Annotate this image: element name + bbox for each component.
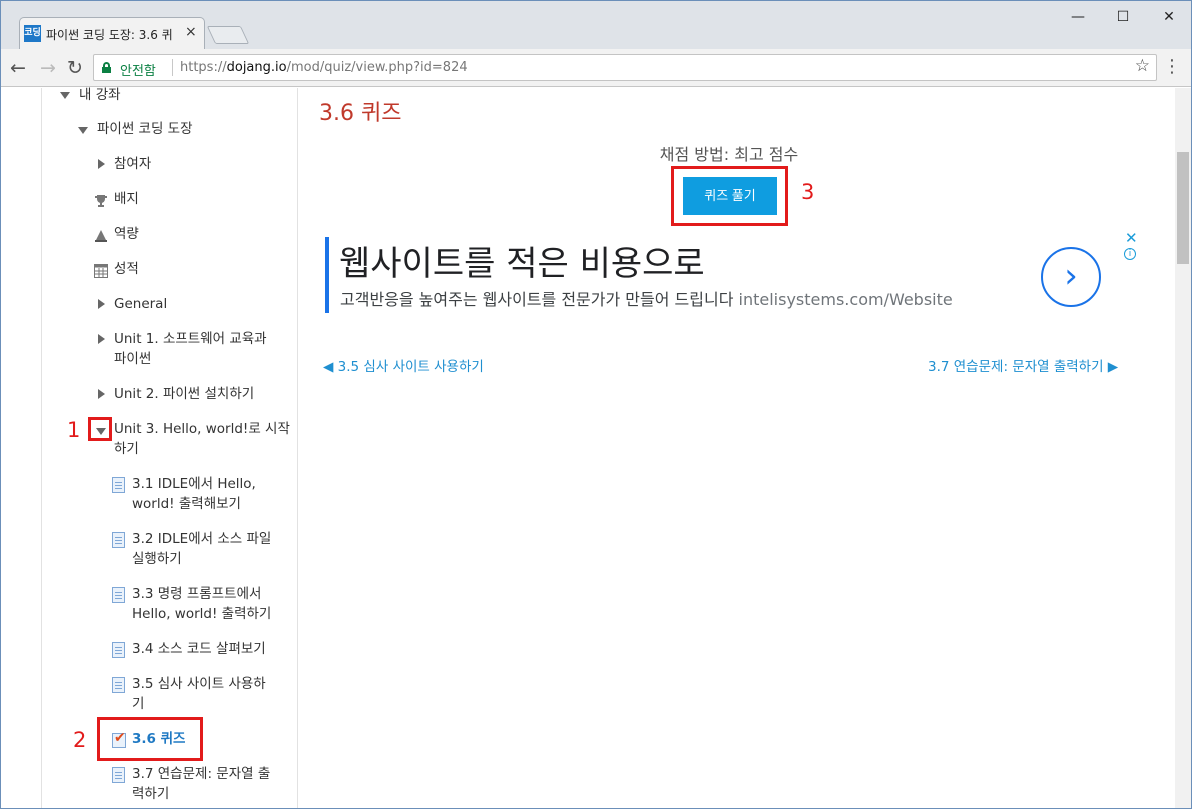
tab-close-icon[interactable]: × xyxy=(185,24,197,40)
ad-close-icon[interactable]: ✕ xyxy=(1125,229,1138,247)
nav-lesson-3-3-line1: 3.3 명령 프롬프트에서 xyxy=(132,586,262,602)
url-host: dojang.io xyxy=(226,60,287,75)
expand-icon[interactable] xyxy=(98,299,105,309)
close-window-button[interactable]: ✕ xyxy=(1149,4,1189,30)
nav-competencies[interactable]: 역량 xyxy=(114,224,139,244)
vertical-scrollbar[interactable] xyxy=(1175,88,1191,808)
nav-course[interactable]: 파이썬 코딩 도장 xyxy=(97,119,193,139)
page-icon xyxy=(112,767,125,783)
page-icon xyxy=(112,642,125,658)
competency-icon xyxy=(94,228,108,242)
scrollbar-thumb[interactable] xyxy=(1177,152,1189,264)
forward-button[interactable]: → xyxy=(37,57,59,79)
browser-toolbar: ← → ↻ 안전함 https://dojang.io/mod/quiz/vie… xyxy=(1,49,1191,87)
nav-unit1-line1: Unit 1. 소프트웨어 교육과 xyxy=(114,331,267,347)
browser-window: 코딩 파이썬 코딩 도장: 3.6 퀴 × — ☐ ✕ ← → ↻ 안전함 ht… xyxy=(0,0,1192,809)
nav-my-courses[interactable]: 내 강좌 xyxy=(79,85,121,105)
page-icon xyxy=(112,587,125,603)
expand-icon[interactable] xyxy=(98,389,105,399)
nav-lesson-3-2-line1: 3.2 IDLE에서 소스 파일 xyxy=(132,531,272,547)
address-bar[interactable]: 안전함 https://dojang.io/mod/quiz/view.php?… xyxy=(93,54,1157,81)
annotation-box-3 xyxy=(671,166,788,226)
annotation-box-1 xyxy=(88,417,112,441)
tab-strip: 코딩 파이썬 코딩 도장: 3.6 퀴 × — ☐ ✕ xyxy=(1,1,1191,49)
nav-lesson-3-7-line2: 력하기 xyxy=(132,786,170,802)
collapse-icon[interactable] xyxy=(78,127,88,134)
nav-lesson-3-5-line2: 기 xyxy=(132,696,145,712)
nav-grades[interactable]: 성적 xyxy=(114,259,139,279)
nav-unit3-line2: 하기 xyxy=(114,441,139,457)
annotation-number-2: 2 xyxy=(73,728,87,752)
expand-icon[interactable] xyxy=(98,334,105,344)
site-favicon-icon: 코딩 xyxy=(24,25,41,42)
annotation-number-3: 3 xyxy=(801,180,815,204)
page-icon xyxy=(112,677,125,693)
nav-lesson-3-1-line2: world! 출력해보기 xyxy=(132,496,241,512)
page-content: 내 강좌 파이썬 코딩 도장 참여자 배지 역량 성적 General Unit… xyxy=(1,85,1175,808)
grades-table-icon xyxy=(94,263,108,278)
collapse-icon[interactable] xyxy=(60,92,70,99)
page-icon xyxy=(112,477,125,493)
nav-general[interactable]: General xyxy=(114,294,167,314)
nav-unit3[interactable]: Unit 3. Hello, world!로 시작 하기 xyxy=(114,419,290,459)
nav-lesson-3-3[interactable]: 3.3 명령 프롬프트에서 Hello, world! 출력하기 xyxy=(132,584,271,624)
nav-lesson-3-7[interactable]: 3.7 연습문제: 문자열 출 력하기 xyxy=(132,764,270,804)
grading-method: 채점 방법: 최고 점수 xyxy=(659,145,799,164)
back-button[interactable]: ← xyxy=(7,57,29,79)
browser-menu-icon[interactable]: ⋮ xyxy=(1163,57,1181,77)
next-activity-link[interactable]: 3.7 연습문제: 문자열 출력하기 ▶ xyxy=(928,355,1118,375)
nav-lesson-3-4[interactable]: 3.4 소스 코드 살펴보기 xyxy=(132,639,266,659)
page-icon xyxy=(112,532,125,548)
nav-lesson-3-5[interactable]: 3.5 심사 사이트 사용하 기 xyxy=(132,674,266,714)
secure-label: 안전함 xyxy=(120,64,156,79)
nav-lesson-3-2[interactable]: 3.2 IDLE에서 소스 파일 실행하기 xyxy=(132,529,271,569)
annotation-box-2 xyxy=(97,717,203,761)
annotation-number-1: 1 xyxy=(67,418,81,442)
new-tab-button[interactable] xyxy=(206,26,250,44)
nav-lesson-3-2-line2: 실행하기 xyxy=(132,551,182,567)
prev-activity-link[interactable]: ◀ 3.5 심사 사이트 사용하기 xyxy=(323,355,484,375)
nav-lesson-3-7-line1: 3.7 연습문제: 문자열 출 xyxy=(132,766,271,782)
trophy-icon xyxy=(94,193,108,207)
nav-badges[interactable]: 배지 xyxy=(114,189,139,209)
browser-tab[interactable]: 코딩 파이썬 코딩 도장: 3.6 퀴 × xyxy=(19,17,205,49)
nav-unit3-line1: Unit 3. Hello, world!로 시작 xyxy=(114,421,290,437)
nav-unit1-line2: 파이썬 xyxy=(114,351,152,367)
course-navigation: 내 강좌 파이썬 코딩 도장 참여자 배지 역량 성적 General Unit… xyxy=(41,85,298,808)
nav-lesson-3-5-line1: 3.5 심사 사이트 사용하 xyxy=(132,676,266,692)
ad-headline[interactable]: 웹사이트를 적은 비용으로 xyxy=(339,236,705,285)
ad-body-text: 고객반응을 높여주는 웹사이트를 전문가가 만들어 드립니다 xyxy=(340,290,734,309)
ad-accent-bar xyxy=(325,237,329,313)
address-divider xyxy=(172,59,173,76)
url-text[interactable]: https://dojang.io/mod/quiz/view.php?id=8… xyxy=(180,60,468,75)
url-path: /mod/quiz/view.php?id=824 xyxy=(286,60,468,75)
tab-title: 파이썬 코딩 도장: 3.6 퀴 xyxy=(46,28,173,42)
ad-body[interactable]: 고객반응을 높여주는 웹사이트를 전문가가 만들어 드립니다 intelisys… xyxy=(340,286,953,310)
nav-lesson-3-3-line2: Hello, world! 출력하기 xyxy=(132,606,272,622)
lock-icon xyxy=(102,62,111,73)
ad-info-icon[interactable]: i xyxy=(1124,248,1136,260)
ad-domain: intelisystems.com/Website xyxy=(738,290,953,309)
nav-unit2[interactable]: Unit 2. 파이썬 설치하기 xyxy=(114,384,254,404)
url-scheme: https:// xyxy=(180,60,227,75)
nav-unit1[interactable]: Unit 1. 소프트웨어 교육과 파이썬 xyxy=(114,329,267,369)
page-title: 3.6 퀴즈 xyxy=(319,101,402,126)
nav-lesson-3-1-line1: 3.1 IDLE에서 Hello, xyxy=(132,476,256,492)
bookmark-star-icon[interactable]: ☆ xyxy=(1135,56,1150,76)
maximize-button[interactable]: ☐ xyxy=(1103,4,1143,30)
nav-lesson-3-1[interactable]: 3.1 IDLE에서 Hello, world! 출력해보기 xyxy=(132,474,256,514)
ad-arrow-icon[interactable]: › xyxy=(1041,247,1101,307)
reload-button[interactable]: ↻ xyxy=(64,57,86,79)
minimize-button[interactable]: — xyxy=(1058,4,1098,30)
